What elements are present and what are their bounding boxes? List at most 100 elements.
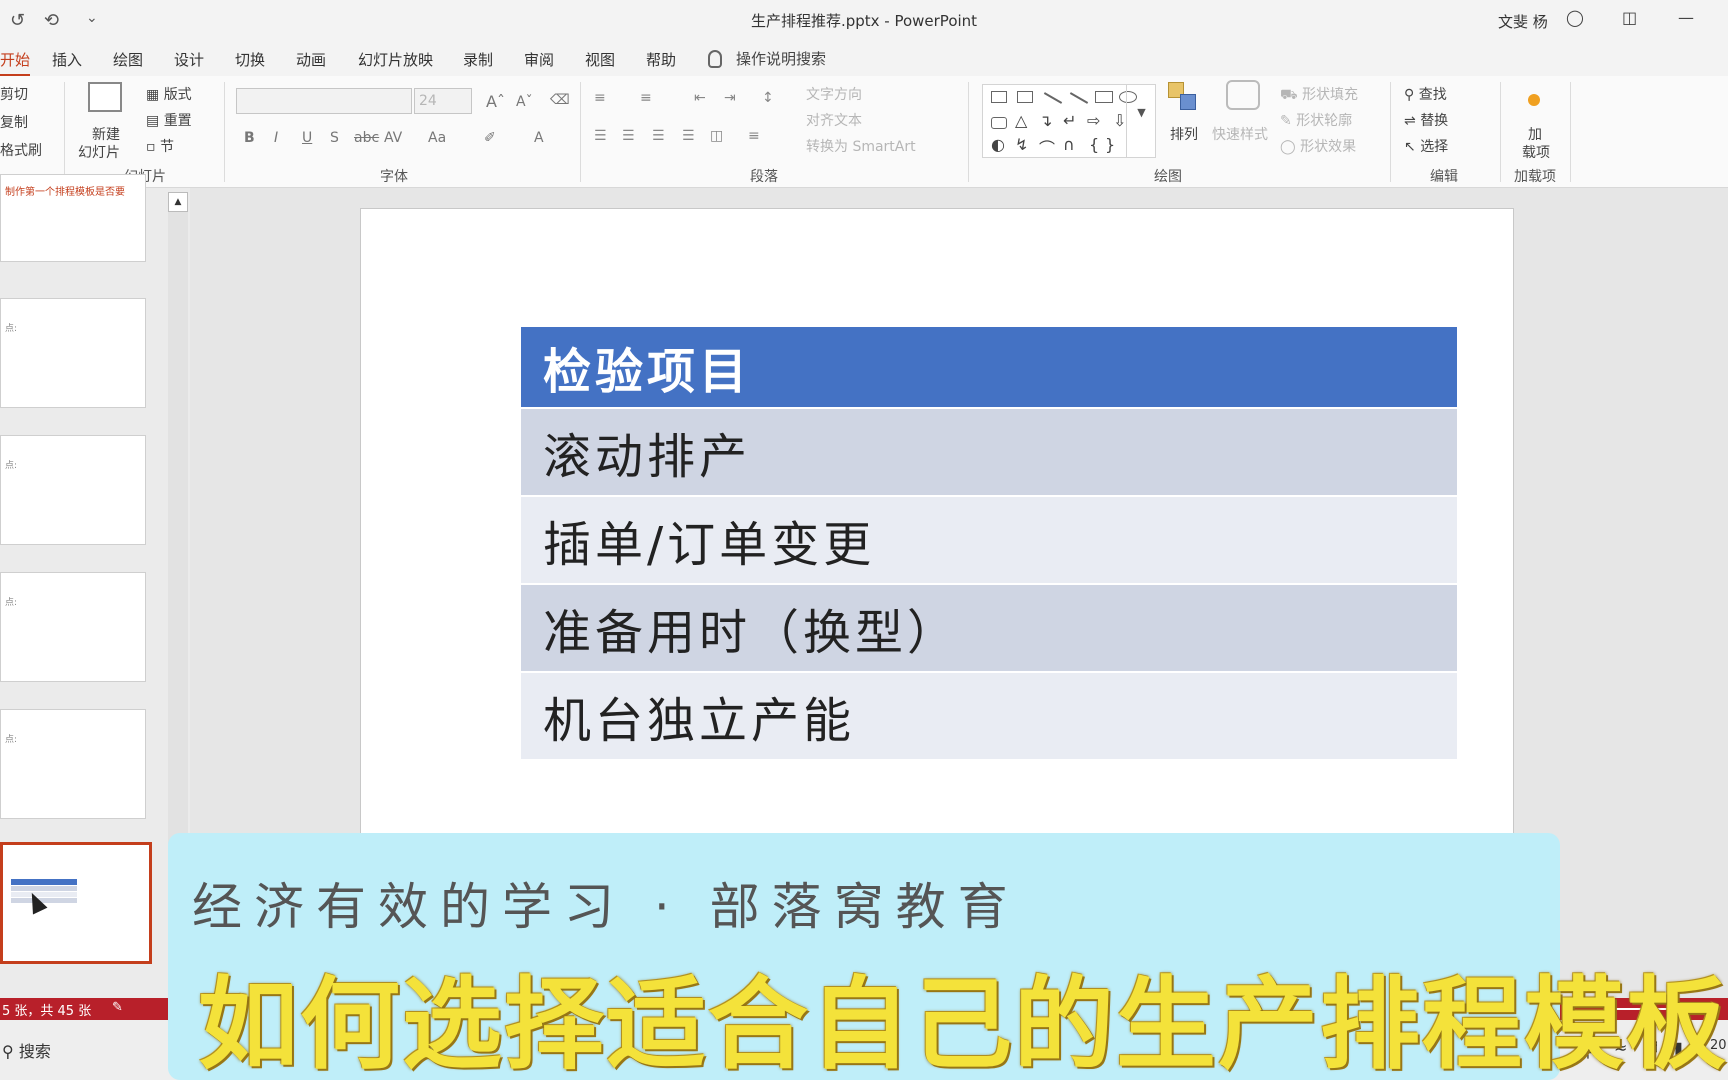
section-button[interactable]: ▫ 节 [146,136,174,156]
slide-thumbnail[interactable]: 点: [0,298,146,408]
shadow-button[interactable]: S [330,130,339,146]
decrease-indent-icon[interactable]: ⇤ [694,90,706,106]
slide-thumbnail[interactable]: 点: [0,435,146,545]
slide-thumbnail[interactable]: 制作第一个排程模板是否要 [0,174,146,262]
char-spacing-button[interactable]: AV [384,130,402,146]
shrink-font-icon[interactable]: Aˇ [516,94,533,110]
lightning-shape-icon[interactable]: ↯ [1015,135,1028,154]
table-row[interactable]: 准备用时（换型） [521,585,1457,671]
font-size-field[interactable]: 24 [414,88,472,114]
tab-draw[interactable]: 绘图 [113,49,143,70]
justify-icon[interactable]: ☰ [682,128,695,144]
elbow-connector-shape-icon[interactable]: ↵ [1063,111,1076,130]
numbering-icon[interactable]: ≡ [640,90,652,106]
underline-button[interactable]: U [302,130,312,146]
curve-shape-icon[interactable]: ∩ [1063,135,1075,154]
down-arrow-shape-icon[interactable]: ⇩ [1113,111,1126,130]
new-slide-icon[interactable] [88,82,122,112]
shape-effects-button[interactable]: ◯ 形状效果 [1280,136,1356,156]
arrange-label[interactable]: 排列 [1170,124,1198,144]
ribbon-display-icon[interactable]: ◫ [1622,8,1637,27]
tab-view[interactable]: 视图 [585,49,615,70]
align-left-icon[interactable]: ☰ [594,128,607,144]
taskbar-search[interactable]: ⚲ 搜索 [2,1038,51,1062]
table-row[interactable]: 插单/订单变更 [521,497,1457,583]
line-spacing-icon[interactable]: ↕ [762,90,774,106]
shape-fill-button[interactable]: ⛟ 形状填充 [1280,84,1358,105]
new-slide-label-2[interactable]: 幻灯片 [78,142,120,162]
tab-design[interactable]: 设计 [174,49,204,70]
align-center-icon[interactable]: ☰ [622,128,635,144]
arrow-line-shape-icon[interactable] [1069,92,1089,104]
tab-record[interactable]: 录制 [463,49,493,70]
find-button[interactable]: ⚲ 查找 [1404,84,1447,104]
table-header[interactable]: 检验项目 [521,327,1457,407]
shape-outline-button[interactable]: ✎ 形状轮廓 [1280,110,1352,130]
user-name[interactable]: 文斐 杨 [1498,11,1548,32]
italic-button[interactable]: I [274,130,278,146]
bullets-icon[interactable]: ≡ [594,90,606,106]
grow-font-icon[interactable]: Aˆ [486,92,505,111]
arrange-icon[interactable] [1168,82,1202,112]
list-levels-icon[interactable]: ≡ [748,128,760,144]
align-text-button[interactable]: 对齐文本 [806,110,862,130]
triangle-shape-icon[interactable]: △ [1015,111,1027,130]
text-direction-button[interactable]: 文字方向 [806,84,862,104]
scroll-up-icon[interactable]: ▲ [168,192,188,212]
align-right-icon[interactable]: ☰ [652,128,665,144]
tab-slideshow[interactable]: 幻灯片放映 [358,49,433,70]
slide-table[interactable]: 检验项目 滚动排产 插单/订单变更 准备用时（换型） 机台独立产能 [521,327,1457,761]
quick-styles-label[interactable]: 快速样式 [1212,124,1268,144]
minimize-button[interactable]: — [1678,8,1694,27]
new-slide-label-1[interactable]: 新建 [92,124,120,144]
addins-icon[interactable] [1528,94,1540,106]
columns-icon[interactable]: ◫ [710,128,723,144]
tab-animations[interactable]: 动画 [296,49,326,70]
notes-icon[interactable]: ✎ [112,1000,123,1015]
connector-shape-icon[interactable]: ↴ [1039,111,1052,130]
tab-insert[interactable]: 插入 [52,49,82,70]
highlight-icon[interactable]: ✐ [484,130,496,146]
bold-button[interactable]: B [244,130,255,146]
tab-help[interactable]: 帮助 [646,49,676,70]
addins-label-1[interactable]: 加 [1528,124,1542,144]
font-name-field[interactable] [236,88,412,114]
change-case-button[interactable]: Aa [428,130,446,146]
left-brace-shape-icon[interactable]: { [1089,135,1099,154]
select-button[interactable]: ↖ 选择 [1404,136,1448,156]
reset-button[interactable]: ▤ 重置 [146,110,192,130]
clear-formatting-icon[interactable]: ⌫ [550,92,570,108]
gallery-more-button[interactable]: ▼ [1126,84,1156,158]
layout-button[interactable]: ▦ 版式 [146,84,192,104]
tell-me-search[interactable]: 操作说明搜索 [708,48,826,69]
increase-indent-icon[interactable]: ⇥ [724,90,736,106]
replace-button[interactable]: ⇌ 替换 [1404,110,1448,130]
tab-transitions[interactable]: 切换 [235,49,265,70]
cut-button[interactable]: 剪切 [0,84,28,104]
table-row[interactable]: 滚动排产 [521,409,1457,495]
table-row[interactable]: 机台独立产能 [521,673,1457,759]
convert-smartart-button[interactable]: 转换为 SmartArt [806,136,916,156]
account-icon[interactable]: ◯ [1566,8,1584,27]
vertical-textbox-shape-icon[interactable] [1017,91,1033,103]
tab-review[interactable]: 审阅 [524,49,554,70]
slide[interactable]: 检验项目 滚动排产 插单/订单变更 准备用时（换型） 机台独立产能 [360,208,1514,928]
line-shape-icon[interactable] [1043,92,1063,104]
slide-thumbnail[interactable]: 点: [0,572,146,682]
strikethrough-button[interactable]: abc [354,130,379,146]
rounded-rect-shape-icon[interactable] [991,117,1007,129]
arc-shape-icon[interactable]: ⌒ [1039,135,1055,159]
right-arrow-shape-icon[interactable]: ⇨ [1087,111,1100,130]
quick-styles-icon[interactable] [1226,80,1260,110]
format-painter-button[interactable]: 格式刷 [0,140,42,160]
textbox-shape-icon[interactable] [991,91,1007,103]
slide-thumbnail-selected[interactable] [0,842,152,964]
right-brace-shape-icon[interactable]: } [1105,135,1115,154]
font-color-button[interactable]: A [534,130,544,146]
rectangle-shape-icon[interactable] [1095,91,1113,103]
freeform-shape-icon[interactable]: ◐ [991,135,1005,154]
copy-button[interactable]: 复制 [0,112,28,132]
slide-thumbnail[interactable]: 点: [0,709,146,819]
tab-home[interactable]: 开始 [0,49,31,77]
addins-label-2[interactable]: 载项 [1522,142,1550,162]
